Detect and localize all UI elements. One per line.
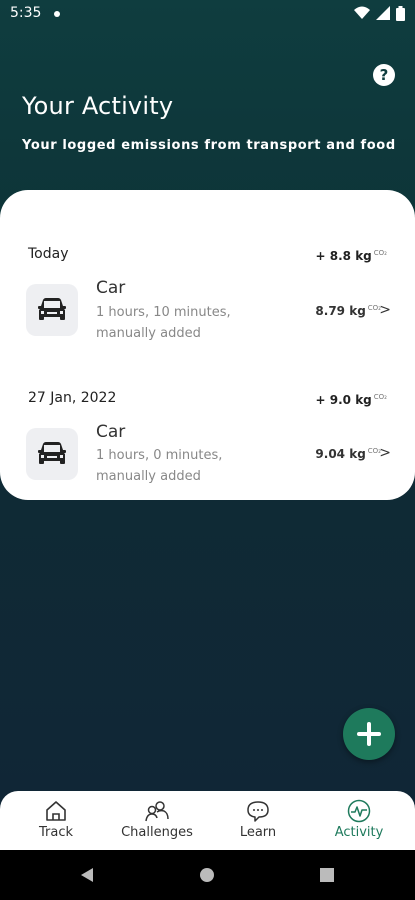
group-total-unit: CO₂ <box>373 393 387 401</box>
group-date: Today <box>28 246 69 262</box>
recents-square-icon <box>320 868 334 882</box>
group-total-value: + 8.8 kg <box>315 249 372 263</box>
status-bar: 5:35 <box>0 0 415 28</box>
help-icon: ? <box>379 66 389 84</box>
group-total-unit: CO₂ <box>373 249 387 257</box>
activity-pulse-icon <box>347 799 371 823</box>
add-activity-button[interactable] <box>343 708 395 760</box>
car-icon <box>38 442 66 464</box>
battery-icon <box>396 5 405 21</box>
help-button[interactable]: ? <box>373 64 395 86</box>
plus-icon <box>357 722 381 746</box>
chevron-right-icon[interactable]: > <box>379 302 391 318</box>
page-title: Your Activity <box>22 92 174 120</box>
nav-item-challenges[interactable]: Challenges <box>112 791 202 850</box>
activity-card: Today + 8.8 kg CO₂ Car 1 hours, 10 minute… <box>0 190 415 500</box>
entry-source: manually added <box>96 326 201 341</box>
entry-value: 9.04 kg CO₂ <box>315 447 381 461</box>
notification-dot-icon <box>54 11 60 17</box>
car-icon <box>38 298 66 320</box>
entry-title: Car <box>96 278 126 298</box>
system-navigation-bar <box>0 850 415 900</box>
back-button[interactable] <box>72 850 102 900</box>
nav-item-learn[interactable]: Learn <box>228 791 288 850</box>
nav-label: Activity <box>334 825 384 840</box>
page-subtitle: Your logged emissions from transport and… <box>22 138 396 153</box>
nav-label: Track <box>38 825 74 840</box>
group-total: + 8.8 kg CO₂ <box>316 249 387 263</box>
signal-icon <box>376 6 390 20</box>
home-circle-icon <box>200 868 214 882</box>
entry-detail: 1 hours, 10 minutes, manually added <box>96 302 266 344</box>
status-icons <box>354 5 405 21</box>
entry-detail: 1 hours, 0 minutes, manually added <box>96 445 266 487</box>
nav-label: Challenges <box>121 825 193 840</box>
wifi-icon <box>354 6 370 19</box>
entry-value: 8.79 kg CO₂ <box>315 304 381 318</box>
nav-item-activity[interactable]: Activity <box>326 791 392 850</box>
bottom-navigation: Track Challenges Learn Activity <box>0 791 415 850</box>
back-triangle-icon <box>81 868 93 882</box>
nav-label: Learn <box>239 825 277 840</box>
nav-item-track[interactable]: Track <box>26 791 86 850</box>
entry-icon-box <box>26 284 78 336</box>
entry-duration: 1 hours, 10 minutes, <box>96 305 231 320</box>
home-icon <box>46 801 66 821</box>
entry-value-amount: 9.04 kg <box>315 447 366 461</box>
home-button[interactable] <box>192 850 222 900</box>
recents-button[interactable] <box>312 850 342 900</box>
chevron-right-icon[interactable]: > <box>379 445 391 461</box>
entry-icon-box <box>26 428 78 480</box>
entry-title: Car <box>96 422 126 442</box>
group-total-value: + 9.0 kg <box>315 393 372 407</box>
entry-duration: 1 hours, 0 minutes, <box>96 448 223 463</box>
status-time: 5:35 <box>10 5 42 21</box>
chat-bubble-icon <box>247 801 269 822</box>
group-total: + 9.0 kg CO₂ <box>316 393 387 407</box>
entry-source: manually added <box>96 469 201 484</box>
people-icon <box>145 801 169 822</box>
group-date: 27 Jan, 2022 <box>28 390 117 406</box>
entry-value-amount: 8.79 kg <box>315 304 366 318</box>
